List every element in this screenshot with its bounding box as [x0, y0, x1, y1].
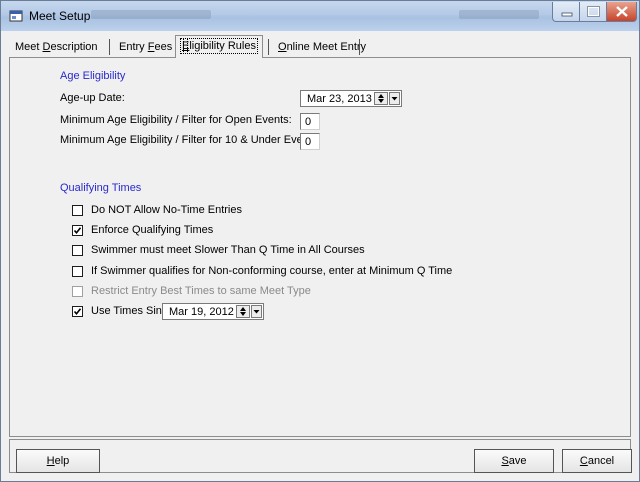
tab-strip: Meet Description Entry Fees Eligibility …: [9, 35, 631, 58]
age-up-date-value: Mar 23, 2013: [307, 93, 372, 105]
checkbox-label: Restrict Entry Best Times to same Meet T…: [91, 285, 311, 297]
checkmark-icon: [73, 308, 82, 316]
help-mnemonic: H: [46, 455, 55, 467]
date-dropdown-button[interactable]: [251, 305, 262, 318]
checkbox[interactable]: [72, 266, 83, 277]
minimize-button[interactable]: [552, 2, 580, 22]
ten-under-min-age-input[interactable]: 0: [300, 133, 320, 150]
enforce-qualifying-times-option[interactable]: Enforce Qualifying Times: [72, 224, 222, 238]
open-events-min-age-label: Minimum Age Eligibility / Filter for Ope…: [60, 114, 292, 126]
meet-setup-window: Meet Setup Meet Description Entry Fees E…: [0, 0, 640, 482]
tab-separator: [109, 39, 110, 55]
cancel-label: ancel: [587, 455, 615, 467]
spin-arrows-icon: [378, 94, 384, 103]
tab-separator: [359, 39, 360, 55]
close-button[interactable]: [607, 2, 637, 22]
window-title: Meet Setup: [29, 9, 91, 23]
date-dropdown-button[interactable]: [389, 92, 400, 105]
non-conforming-course-option[interactable]: If Swimmer qualifies for Non-conforming …: [72, 265, 452, 279]
open-events-min-age-value: 0: [305, 116, 312, 128]
checkbox[interactable]: [72, 306, 83, 317]
title-bar-reflection: [459, 10, 539, 19]
help-label: elp: [54, 455, 70, 467]
dialog-footer: Help Save Cancel: [9, 439, 632, 473]
cancel-mnemonic: C: [579, 455, 588, 467]
minimize-icon: [561, 12, 573, 17]
save-button[interactable]: Save: [474, 449, 554, 473]
checkbox-label: Do NOT Allow No-Time Entries: [91, 204, 242, 216]
cancel-button[interactable]: Cancel: [562, 449, 632, 473]
save-label: ave: [508, 455, 527, 467]
tab-label: Eligibility Rules: [180, 38, 258, 54]
checkbox[interactable]: [72, 225, 83, 236]
chevron-down-icon: [391, 97, 398, 101]
checkbox-label: Swimmer must meet Slower Than Q Time in …: [91, 244, 365, 256]
no-time-entries-option[interactable]: Do NOT Allow No-Time Entries: [72, 204, 242, 218]
tab-label: Online Meet Entry: [278, 41, 367, 53]
maximize-icon: [587, 6, 600, 17]
chevron-down-icon: [253, 310, 260, 314]
tab-online-meet-entry[interactable]: Online Meet Entry: [272, 37, 372, 57]
close-icon: [616, 6, 628, 17]
spin-arrows-icon: [240, 307, 246, 316]
tab-entry-fees[interactable]: Entry Fees: [113, 37, 178, 57]
checkbox-label: If Swimmer qualifies for Non-conforming …: [91, 265, 453, 277]
title-bar-reflection: [91, 10, 211, 19]
maximize-button[interactable]: [580, 2, 607, 22]
age-up-date-picker[interactable]: Mar 23, 2013: [300, 90, 402, 107]
date-spinner[interactable]: [236, 305, 250, 318]
open-events-min-age-input[interactable]: 0: [300, 113, 320, 130]
tab-separator: [268, 39, 269, 55]
tab-label: Entry Fees: [119, 41, 173, 53]
checkbox: [72, 286, 83, 297]
ten-under-min-age-label: Minimum Age Eligibility / Filter for 10 …: [60, 134, 321, 146]
use-times-since-date-value: Mar 19, 2012: [169, 306, 234, 318]
checkbox[interactable]: [72, 245, 83, 256]
help-button[interactable]: Help: [16, 449, 100, 473]
ten-under-min-age-value: 0: [305, 136, 312, 148]
tab-eligibility-rules[interactable]: Eligibility Rules: [175, 35, 263, 58]
restrict-best-times-option: Restrict Entry Best Times to same Meet T…: [72, 285, 312, 299]
qualifying-times-heading: Qualifying Times: [60, 182, 142, 194]
checkmark-icon: [73, 227, 82, 235]
eligibility-rules-panel: Age Eligibility Age-up Date: Mar 23, 201…: [9, 57, 631, 437]
tab-label: Meet Description: [15, 41, 98, 53]
checkbox[interactable]: [72, 205, 83, 216]
age-eligibility-heading: Age Eligibility: [60, 70, 126, 82]
age-up-date-label: Age-up Date:: [60, 92, 125, 104]
app-icon: [9, 10, 23, 22]
checkbox-label: Enforce Qualifying Times: [91, 224, 214, 236]
tab-meet-description[interactable]: Meet Description: [9, 37, 104, 57]
date-spinner[interactable]: [374, 92, 388, 105]
use-times-since-date-picker[interactable]: Mar 19, 2012: [162, 303, 264, 320]
use-times-since-option[interactable]: Use Times Since: [72, 305, 174, 319]
save-mnemonic: S: [501, 455, 509, 467]
title-bar[interactable]: Meet Setup: [1, 1, 639, 31]
slower-than-q-time-option[interactable]: Swimmer must meet Slower Than Q Time in …: [72, 244, 365, 258]
